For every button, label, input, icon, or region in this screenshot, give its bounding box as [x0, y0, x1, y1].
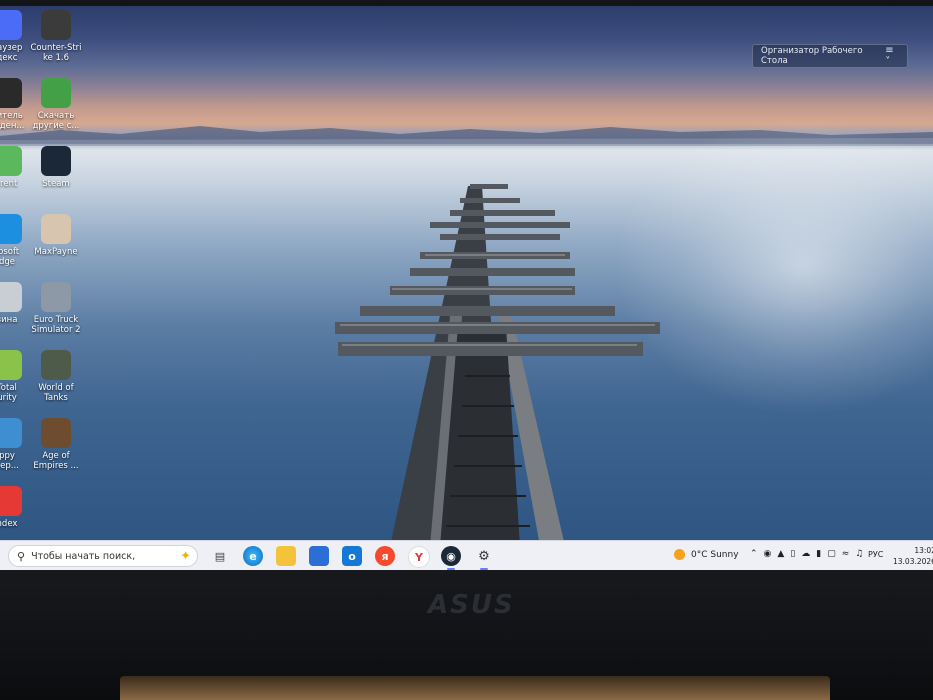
volume-icon[interactable]: ♫ [855, 549, 863, 559]
system-clock[interactable]: 13:02 13.03.2026 [893, 545, 933, 567]
desktop-shortcut-right-3[interactable]: MaxPayne [25, 214, 87, 257]
yandex-browser-icon [0, 10, 22, 40]
cloud-icon[interactable]: ☁ [801, 549, 810, 559]
search-icon: ⚲ [17, 549, 26, 563]
desktop-shortcut-label: Скачать другие с... [32, 111, 80, 131]
input-language-indicator[interactable]: РУС [868, 550, 883, 559]
edge-icon [0, 214, 22, 244]
wifi-icon[interactable]: ≈ [842, 549, 850, 559]
desktop-shortcut-right-6[interactable]: Age of Empires ... [25, 418, 87, 471]
weather-text: 0°C Sunny [691, 549, 739, 560]
yandex-icon[interactable]: я [375, 546, 395, 566]
organizer-title: Организатор Рабочего Стола [761, 46, 863, 66]
task-view-icon[interactable]: ▤ [210, 546, 230, 566]
desktop-shortcut-left-7[interactable]: ndex [0, 486, 38, 529]
desktop-shortcut-right-5[interactable]: World of Tanks [25, 350, 87, 403]
edge-icon[interactable]: e [243, 546, 263, 566]
app-icon [0, 418, 22, 448]
search-placeholder: Чтобы начать поиск, [31, 550, 136, 562]
desk-surface [120, 676, 830, 700]
euro-truck-icon [41, 282, 71, 312]
yandex-icon [0, 486, 22, 516]
desktop-shortcut-label: World of Tanks [38, 383, 74, 403]
tray-app-icon[interactable]: ◉ [764, 549, 772, 559]
copilot-sparkle-icon: ✦ [180, 548, 191, 564]
desktop-shortcut-right-0[interactable]: Counter-Stri ke 1.6 [25, 10, 87, 63]
outlook-icon[interactable]: o [342, 546, 362, 566]
system-tray: ⌃ ◉ ▲ ▯ ☁ ▮ ▢ ≈ ♫ [750, 549, 863, 559]
age-of-empires-icon [41, 418, 71, 448]
file-explorer-icon[interactable] [276, 546, 296, 566]
steam-icon [41, 146, 71, 176]
desktop-shortcut-right-1[interactable]: Скачать другие с... [25, 78, 87, 131]
desktop-wallpaper[interactable]: раузер декслитель евден...rrentrosoft dg… [0, 6, 933, 540]
total-security-icon [0, 350, 22, 380]
settings-gear-icon[interactable]: ⚙ [474, 546, 494, 570]
weather-widget[interactable]: 0°C Sunny [674, 549, 739, 560]
taskbar: ⚲ Чтобы начать поиск, ✦ ▤ e o я Y ◉ ⚙ 0°… [0, 540, 933, 571]
yandex-browser-icon[interactable]: Y [408, 546, 430, 568]
utorrent-icon [0, 146, 22, 176]
desktop-shortcut-label: MaxPayne [34, 247, 78, 257]
desktop-shortcut-right-2[interactable]: Steam [25, 146, 87, 189]
max-payne-icon [41, 214, 71, 244]
desktop-shortcut-label: ndex [0, 519, 18, 529]
display-icon[interactable]: ▢ [827, 549, 836, 559]
desktop-shortcut-label: Age of Empires ... [33, 451, 79, 471]
microsoft-store-icon[interactable] [309, 546, 329, 566]
counter-strike-icon [41, 10, 71, 40]
recycle-bin-icon [0, 282, 22, 312]
battery-icon[interactable]: ▮ [816, 549, 821, 559]
organizer-menu-icon[interactable]: ≡ ˅ [885, 45, 901, 67]
asus-logo: ASUS [428, 590, 515, 620]
clock-time: 13:02 [914, 546, 933, 555]
wooden-pier [335, 184, 660, 540]
xbox-icon [0, 78, 22, 108]
clock-date: 13.03.2026 [893, 557, 933, 566]
desktop-shortcut-label: Steam [42, 179, 70, 189]
show-hidden-icons-chevron-icon[interactable]: ⌃ [750, 549, 758, 559]
steam-icon[interactable]: ◉ [441, 546, 461, 570]
desktop-organizer-widget[interactable]: Организатор Рабочего Стола ≡ ˅ [752, 44, 908, 68]
gamepad-icon [41, 78, 71, 108]
sun-icon [674, 549, 685, 560]
desktop-shortcut-label: Euro Truck Simulator 2 [31, 315, 81, 335]
usb-icon[interactable]: ▯ [790, 549, 795, 559]
desktop-shortcut-right-4[interactable]: Euro Truck Simulator 2 [25, 282, 87, 335]
desktop-shortcut-label: Counter-Stri ke 1.6 [30, 43, 82, 63]
shield-icon[interactable]: ▲ [777, 549, 784, 559]
taskbar-search-box[interactable]: ⚲ Чтобы начать поиск, ✦ [8, 545, 198, 567]
world-of-tanks-icon [41, 350, 71, 380]
